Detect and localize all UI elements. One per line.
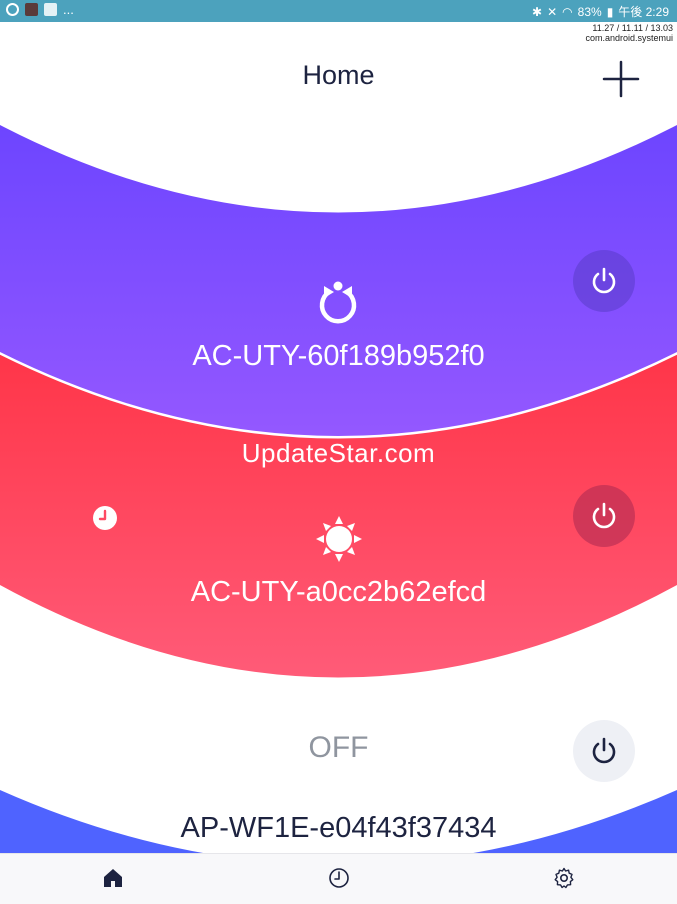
home-icon — [104, 869, 122, 887]
page-title: Home — [302, 60, 375, 90]
power-icon — [592, 502, 616, 529]
clock-icon — [92, 505, 118, 536]
bottom-navigation — [0, 853, 677, 904]
nav-history-button[interactable] — [327, 866, 351, 890]
device-3-power-button[interactable] — [573, 720, 635, 782]
device-name-1[interactable]: AC-UTY-60f189b952f0 — [0, 340, 677, 373]
nav-home-button[interactable] — [101, 866, 125, 890]
watermark: UpdateStar.com — [241, 438, 436, 468]
add-device-button[interactable] — [600, 58, 642, 100]
device-2-power-button[interactable] — [573, 485, 635, 547]
clock-icon — [329, 868, 349, 888]
device-1-power-button[interactable] — [573, 250, 635, 312]
device-name-2[interactable]: AC-UTY-a0cc2b62efcd — [0, 576, 677, 609]
gear-icon — [554, 867, 574, 889]
plus-icon — [602, 60, 640, 98]
device-name-3[interactable]: AP-WF1E-e04f43f37434 — [0, 812, 677, 845]
heat-mode-icon — [314, 514, 364, 569]
nav-settings-button[interactable] — [552, 866, 576, 890]
power-icon — [592, 267, 616, 294]
auto-mode-icon — [314, 280, 362, 333]
power-icon — [592, 737, 616, 764]
